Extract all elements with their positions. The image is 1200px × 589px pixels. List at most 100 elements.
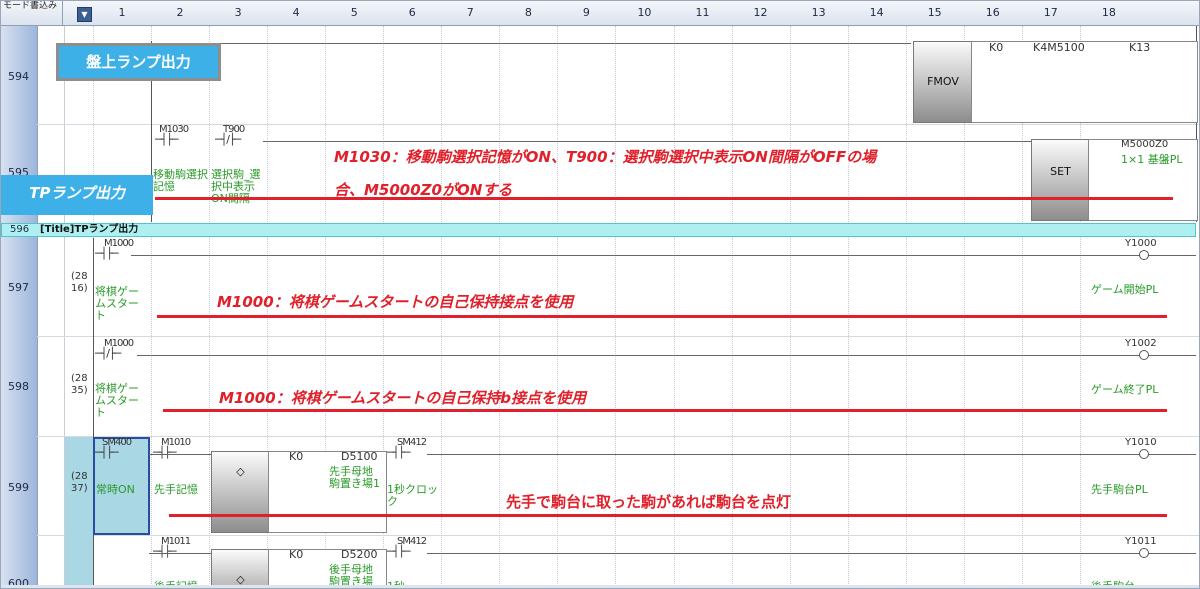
set-device[interactable]: M5000Z0	[1121, 139, 1168, 150]
row-divider	[37, 336, 1199, 337]
column-number[interactable]: 8	[499, 6, 557, 19]
coil-device-label[interactable]: Y1002	[1125, 338, 1157, 349]
fmov-operand-1[interactable]: K0	[989, 41, 1003, 54]
panel-lamp-callout: 盤上ランプ出力	[56, 43, 221, 81]
normally-open-contact-icon[interactable]: ─┤├─	[95, 446, 118, 459]
set-operand-box	[1088, 139, 1198, 221]
compare-instruction[interactable]: ◇	[211, 549, 270, 588]
row-number[interactable]: 594	[1, 70, 37, 83]
normally-closed-contact-icon[interactable]: ─┤/├─	[215, 133, 241, 146]
coil-comment: 先手駒台PL	[1091, 483, 1148, 496]
ladder-editor: モード書込み ▼ 1 2 3 4 5 6 7 8 9 10 11 12 13 14 15 16 17 18 594…	[0, 0, 1200, 589]
normally-open-contact-icon[interactable]: ─┤├─	[153, 446, 176, 459]
rung-595-underline	[155, 197, 1173, 200]
coil-icon[interactable]	[1139, 548, 1149, 558]
column-number[interactable]: 15	[906, 6, 964, 19]
row-number[interactable]: 598	[1, 380, 37, 393]
contact-comment: 常時ON	[96, 483, 135, 496]
row-divider	[37, 535, 1199, 536]
normally-open-contact-icon[interactable]: ─┤├─	[387, 545, 410, 558]
step-column-highlight	[65, 437, 93, 588]
step-number: (28 37)	[71, 471, 88, 494]
rung-598-wire	[137, 355, 1196, 356]
left-power-rail	[93, 238, 94, 588]
rung-598-underline	[163, 409, 1167, 412]
rung-599-wire	[149, 454, 211, 455]
column-number[interactable]: 1	[93, 6, 151, 19]
coil-comment: ゲーム開始PL	[1091, 283, 1159, 296]
column-number[interactable]: 11	[674, 6, 732, 19]
contact-comment: 将棋ゲームスタート	[95, 285, 139, 322]
contact-comment: 先手記憶	[154, 483, 198, 496]
title-row: 596 [Title]TPランプ出力	[1, 223, 1196, 237]
rung-599-underline	[169, 514, 1167, 517]
coil-icon[interactable]	[1139, 449, 1149, 459]
tp-lamp-callout: TPランプ出力	[1, 175, 153, 215]
rung-597-note: M1000：将棋ゲームスタートの自己保持接点を使用	[217, 293, 574, 311]
column-number[interactable]: 16	[964, 6, 1022, 19]
column-header: モード書込み ▼ 1 2 3 4 5 6 7 8 9 10 11 12 13 14 15 16 17 18	[1, 1, 1199, 26]
coil-icon[interactable]	[1139, 250, 1149, 260]
rung-595-note-line1: M1030：移動駒選択記憶がON、T900：選択駒選択中表示ON間隔がOFFの場	[334, 148, 877, 166]
coil-device-label[interactable]: Y1010	[1125, 437, 1157, 448]
row-number-strip: 594 595 596 597 598 599 600	[1, 26, 38, 588]
column-number[interactable]: 13	[790, 6, 848, 19]
rung-599-note: 先手で駒台に取った駒があれば駒台を点灯	[506, 493, 792, 511]
chevron-down-icon[interactable]: ▼	[77, 7, 92, 22]
compare-operand-d[interactable]: D5100	[341, 450, 377, 463]
coil-icon[interactable]	[1139, 350, 1149, 360]
coil-device-label[interactable]: Y1000	[1125, 238, 1157, 249]
contact-comment: 移動駒選択記憶	[153, 168, 208, 193]
column-number[interactable]: 7	[441, 6, 499, 19]
normally-open-contact-icon[interactable]: ─┤├─	[387, 446, 410, 459]
row-number[interactable]: 596	[10, 224, 29, 236]
fmov-instruction[interactable]: FMOV	[913, 41, 973, 123]
compare-operand-d[interactable]: D5200	[341, 548, 377, 561]
column-number[interactable]: 5	[325, 6, 383, 19]
mode-label: モード書込み	[1, 1, 63, 25]
column-number[interactable]: 14	[848, 6, 906, 19]
column-number[interactable]: 2	[151, 6, 209, 19]
column-number[interactable]: 17	[1022, 6, 1080, 19]
set-instruction[interactable]: SET	[1031, 139, 1090, 221]
set-comment: 1×1 基盤PL	[1121, 153, 1183, 166]
column-number[interactable]: 4	[267, 6, 325, 19]
rung-597-wire	[131, 255, 1196, 256]
coil-device-label[interactable]: Y1011	[1125, 536, 1157, 547]
step-number: (28 16)	[71, 271, 88, 294]
normally-open-contact-icon[interactable]: ─┤├─	[155, 133, 178, 146]
compare-operand-k[interactable]: K0	[289, 548, 303, 561]
fmov-operand-3[interactable]: K13	[1129, 41, 1150, 54]
column-number[interactable]: 10	[615, 6, 673, 19]
row-divider	[37, 436, 1199, 437]
row-number[interactable]: 597	[1, 281, 37, 294]
column-number[interactable]: 12	[732, 6, 790, 19]
row-divider	[37, 124, 1199, 125]
rung-597-underline	[157, 315, 1167, 318]
compare-comment: 先手母地駒置き場1	[329, 465, 380, 490]
rung-599-wire	[427, 454, 1196, 455]
contact-comment: 1秒クロック	[387, 483, 438, 508]
grid-column-line	[209, 26, 211, 588]
column-number[interactable]: 18	[1080, 6, 1138, 19]
compare-operand-k[interactable]: K0	[289, 450, 303, 463]
fmov-operand-2[interactable]: K4M5100	[1033, 41, 1085, 54]
grid-column-line	[905, 26, 907, 588]
rung-595-wire	[263, 141, 1033, 142]
compare-instruction[interactable]: ◇	[211, 451, 270, 533]
column-number[interactable]: 9	[557, 6, 615, 19]
coil-comment: ゲーム終了PL	[1091, 383, 1159, 396]
title-text[interactable]: [Title]TPランプ出力	[40, 224, 138, 236]
column-number[interactable]: 6	[383, 6, 441, 19]
rung-600-wire	[149, 553, 211, 554]
column-number[interactable]: 3	[209, 6, 267, 19]
rung-600-wire	[427, 553, 1196, 554]
horizontal-scrollbar[interactable]	[1, 585, 1199, 588]
row-number[interactable]: 599	[1, 481, 37, 494]
contact-comment: 将棋ゲームスタート	[95, 382, 139, 419]
normally-closed-contact-icon[interactable]: ─┤/├─	[95, 347, 121, 360]
normally-open-contact-icon[interactable]: ─┤├─	[153, 545, 176, 558]
grid-column-line	[847, 26, 849, 588]
compare-operand-box	[268, 451, 387, 533]
normally-open-contact-icon[interactable]: ─┤├─	[95, 247, 118, 260]
